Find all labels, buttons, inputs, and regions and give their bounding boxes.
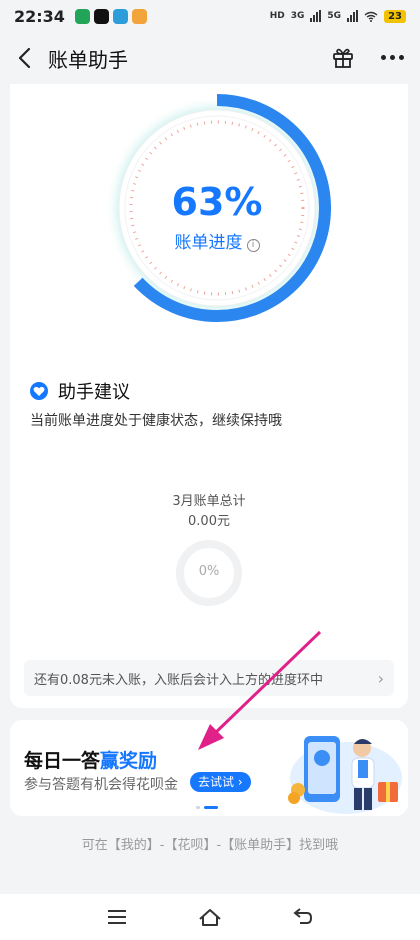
chevron-right-icon: › xyxy=(377,668,384,688)
menu-button[interactable] xyxy=(97,897,137,937)
unposted-notice-text: 还有0.08元未入账，入账后会计入上方的进度环中 xyxy=(34,672,323,688)
promo-subtitle: 参与答题有机会得花呗金 xyxy=(24,777,178,793)
progress-percent: 63% xyxy=(171,180,263,224)
notification-icons xyxy=(74,8,147,24)
promo-title-highlight: 赢奖励 xyxy=(100,750,158,772)
battery-icon: 23 xyxy=(384,9,406,23)
status-time: 22:34 xyxy=(14,6,65,26)
month-bill-amount: 0.00元 xyxy=(188,514,230,529)
back-nav-button[interactable] xyxy=(283,897,323,937)
back-arrow-icon xyxy=(18,47,31,69)
more-dot xyxy=(398,54,404,60)
unposted-notice[interactable]: 还有0.08元未入账，入账后会计入上方的进度环中 › xyxy=(24,660,394,696)
page-title: 账单助手 xyxy=(48,47,128,72)
back-nav-icon xyxy=(293,908,313,924)
progress-label-text: 账单进度 xyxy=(174,233,243,253)
promo-title: 每日一答赢奖励 xyxy=(24,746,157,773)
month-bill-percent: 0% xyxy=(198,564,220,579)
app-icon xyxy=(131,8,147,24)
more-dot xyxy=(389,54,395,60)
try-it-label: 去试试 xyxy=(198,775,235,789)
home-button[interactable] xyxy=(190,897,230,937)
wechat-icon xyxy=(74,8,90,24)
more-button[interactable] xyxy=(376,42,408,72)
carousel-dot-active xyxy=(204,806,218,809)
home-icon xyxy=(199,909,221,926)
app-header: 账单助手 xyxy=(0,32,420,84)
status-indicators: HD 3G 5G 23 xyxy=(269,9,406,23)
telegram-icon xyxy=(112,8,128,24)
progress-label: 账单进度 i xyxy=(102,228,332,253)
network-3g-label: 3G xyxy=(290,11,305,21)
menu-icon xyxy=(107,910,126,924)
daily-quiz-banner[interactable]: 每日一答赢奖励 参与答题有机会得花呗金 去试试 › xyxy=(10,720,408,816)
back-button[interactable] xyxy=(2,36,46,80)
quiz-illustration xyxy=(288,736,402,814)
progress-ring[interactable]: 63% 账单进度 i xyxy=(102,88,332,338)
advice-text: 当前账单进度处于健康状态，继续保持哦 xyxy=(30,413,282,429)
signal-icon xyxy=(310,10,322,22)
info-icon[interactable]: i xyxy=(246,239,260,252)
heart-icon xyxy=(30,382,48,400)
try-it-button[interactable]: 去试试 › xyxy=(190,772,251,792)
tiktok-icon xyxy=(93,8,109,24)
status-bar: 22:34 HD 3G 5G 23 xyxy=(0,0,420,32)
network-5g-label: 5G xyxy=(327,11,342,21)
bill-progress-card: 63% 账单进度 i 助手建议 当前账单进度处于健康状态，继续保持哦 3月账单总计… xyxy=(10,84,408,708)
location-hint: 可在【我的】-【花呗】-【账单助手】找到哦 xyxy=(81,838,339,853)
more-dot xyxy=(380,54,386,60)
gift-icon xyxy=(333,48,353,68)
wifi-icon xyxy=(364,11,378,22)
gift-button[interactable] xyxy=(328,42,358,72)
signal-icon-2 xyxy=(347,10,359,22)
promo-title-prefix: 每日一答 xyxy=(24,750,101,772)
carousel-dot xyxy=(196,806,200,809)
system-nav-bar xyxy=(0,894,420,940)
month-bill-label: 3月账单总计 xyxy=(172,494,246,509)
hd-label: HD xyxy=(269,11,285,21)
advice-heading: 助手建议 xyxy=(30,378,130,404)
advice-title: 助手建议 xyxy=(58,382,130,403)
carousel-indicator xyxy=(196,806,218,809)
